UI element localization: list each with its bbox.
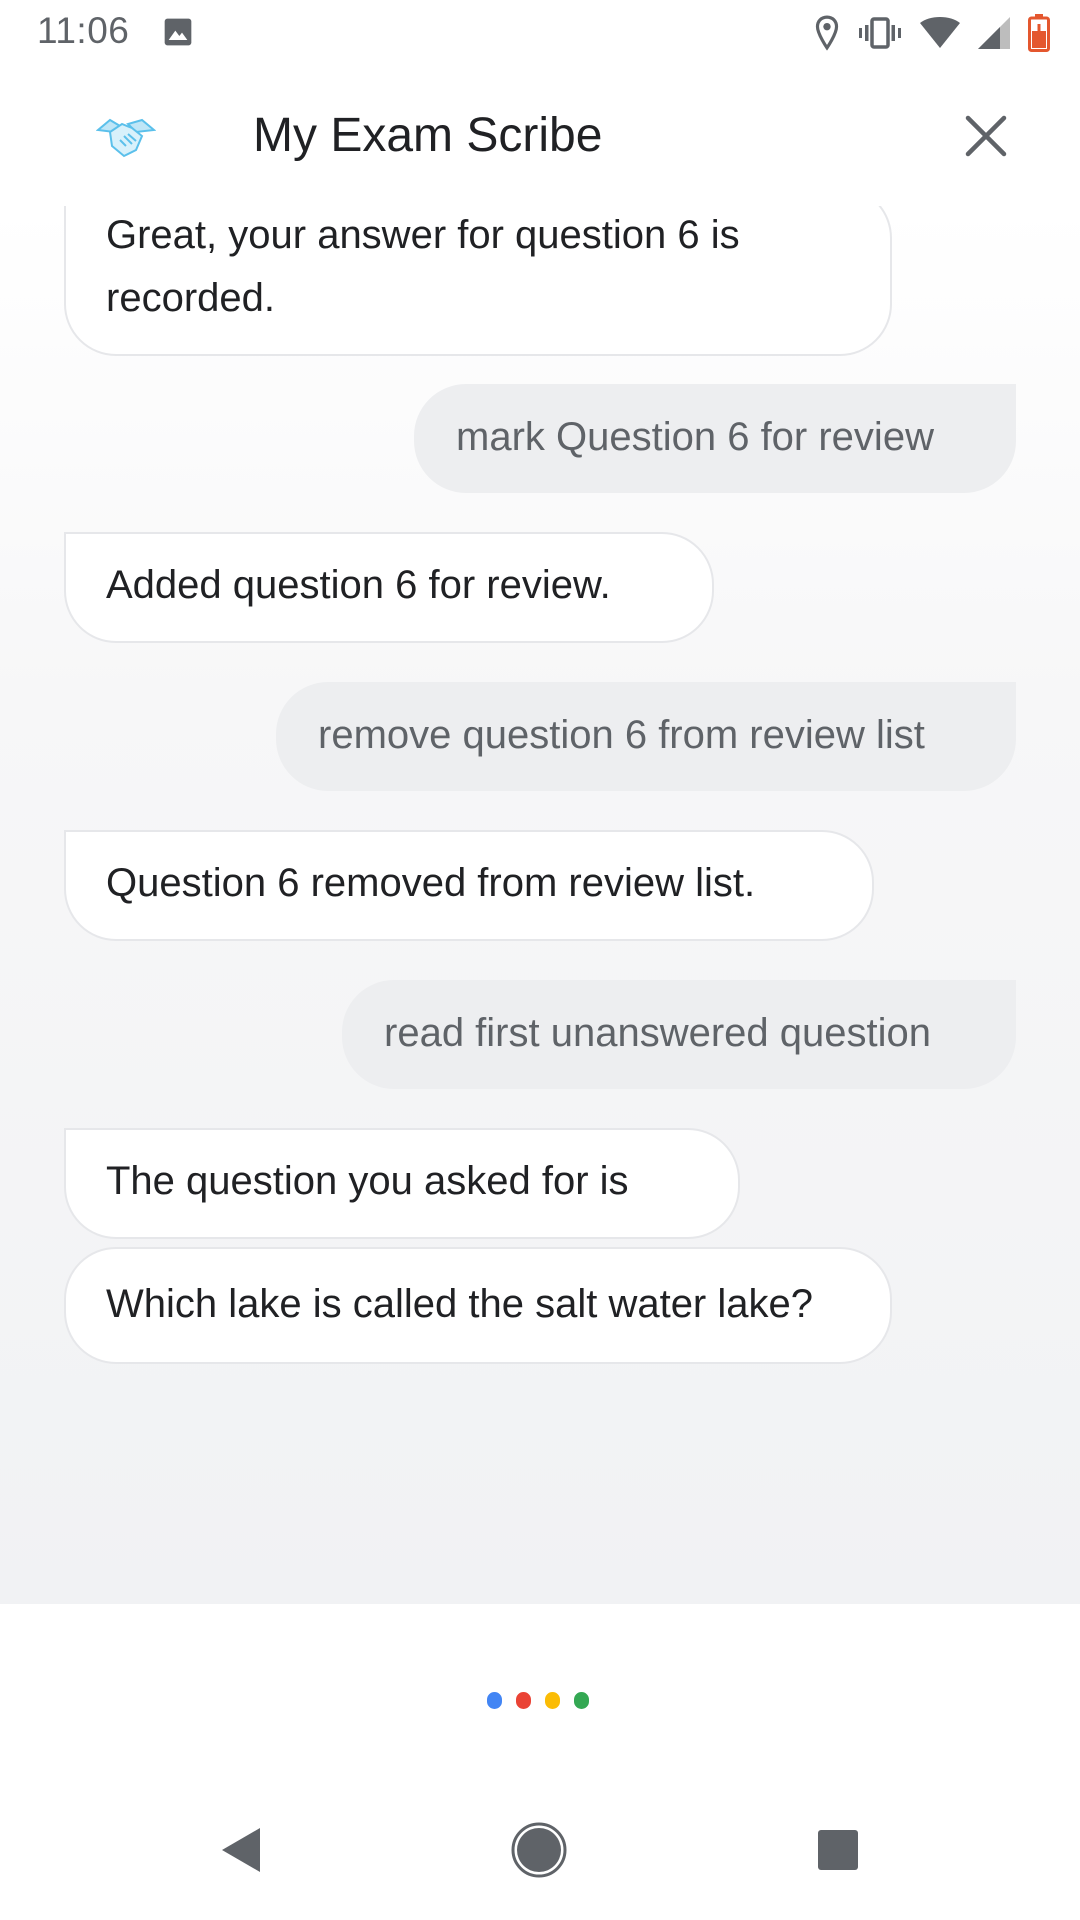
user-message: read first unanswered question — [342, 980, 1016, 1089]
assistant-indicator-area — [0, 1604, 1080, 1780]
recents-square-icon[interactable] — [802, 1814, 874, 1886]
message-text: read first unanswered question — [384, 1011, 931, 1055]
image-icon — [164, 18, 192, 46]
message-text: Added question 6 for review. — [106, 563, 611, 607]
home-circle-icon[interactable] — [503, 1814, 575, 1886]
location-icon — [815, 15, 839, 51]
assistant-message: Great, your answer for question 6 is rec… — [64, 206, 892, 356]
wifi-icon — [920, 17, 960, 48]
message-text: Which lake is called the salt water lake… — [106, 1282, 813, 1326]
page-title: My Exam Scribe — [253, 109, 603, 162]
dot-green — [574, 1692, 589, 1709]
assistant-message: The question you asked for is — [64, 1128, 740, 1239]
handshake-icon — [96, 118, 156, 158]
message-text: Question 6 removed from review list. — [106, 861, 756, 905]
assistant-listening-dots[interactable] — [487, 1692, 589, 1709]
assistant-message: Added question 6 for review. — [64, 532, 714, 643]
message-text: mark Question 6 for review — [456, 415, 934, 459]
status-time: 11:06 — [37, 10, 130, 51]
app-header: My Exam Scribe — [0, 66, 1080, 206]
conversation-thread[interactable]: Great, your answer for question 6 is rec… — [0, 206, 1080, 1604]
dot-yellow — [545, 1692, 560, 1709]
user-message: remove question 6 from review list — [276, 682, 1016, 791]
dot-blue — [487, 1692, 502, 1709]
back-triangle-icon[interactable] — [204, 1814, 276, 1886]
dot-red — [516, 1692, 531, 1709]
assistant-message: Question 6 removed from review list. — [64, 830, 874, 941]
signal-icon — [978, 17, 1010, 49]
navigation-bar — [0, 1780, 1080, 1920]
message-text: Great, your answer for question 6 is rec… — [106, 213, 740, 320]
user-message: mark Question 6 for review — [414, 384, 1016, 493]
message-text: remove question 6 from review list — [318, 713, 925, 757]
status-icons — [814, 12, 1050, 54]
vibrate-icon — [859, 17, 901, 49]
battery-icon — [1028, 14, 1050, 52]
status-bar: 11:06 — [0, 0, 1080, 66]
close-icon[interactable] — [960, 110, 1012, 162]
assistant-message: Which lake is called the salt water lake… — [64, 1247, 892, 1364]
message-text: The question you asked for is — [106, 1159, 629, 1203]
